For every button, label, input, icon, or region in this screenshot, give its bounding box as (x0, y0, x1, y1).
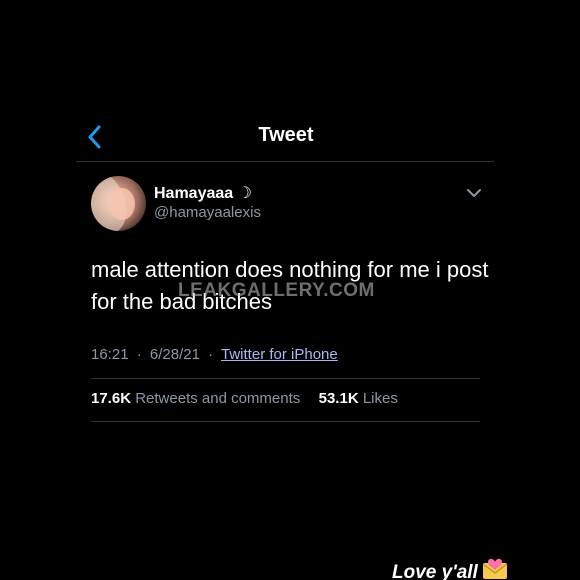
story-caption: Love y'all (392, 558, 508, 580)
stats-top-divider (91, 378, 480, 379)
avatar[interactable] (91, 176, 146, 231)
likes-stat[interactable]: 53.1K Likes (319, 390, 398, 407)
retweets-stat[interactable]: 17.6K Retweets and comments (91, 390, 304, 407)
stats-bottom-divider (91, 421, 480, 422)
tweet-stats: 17.6K Retweets and comments 53.1K Likes (91, 390, 398, 407)
likes-count: 53.1K (318, 390, 359, 407)
page-title: Tweet (258, 124, 314, 146)
meta-separator: · (136, 346, 142, 363)
watermark: LEAKGALLERY.COM (178, 280, 375, 301)
caption-text: Love y'all (392, 562, 478, 580)
author-handle[interactable]: @hamayaalexis (154, 204, 261, 221)
retweets-label: Retweets and comments (135, 390, 301, 407)
tweet-meta: 16:21 · 6/28/21 · Twitter for iPhone (91, 346, 338, 363)
meta-separator: · (208, 346, 214, 363)
tweet-time: 16:21 (91, 346, 129, 363)
tweet-date: 6/28/21 (149, 346, 200, 363)
retweets-count: 17.6K (91, 390, 132, 407)
likes-label: Likes (362, 390, 398, 407)
author-display-name[interactable]: Hamayaaa ☽ (154, 183, 252, 203)
heart-envelope-emoji-icon (482, 558, 508, 580)
chevron-down-icon (467, 189, 481, 197)
header-divider (76, 161, 494, 162)
tweet-options-button[interactable] (466, 186, 482, 200)
tweet-source-link[interactable]: Twitter for iPhone (221, 346, 338, 363)
